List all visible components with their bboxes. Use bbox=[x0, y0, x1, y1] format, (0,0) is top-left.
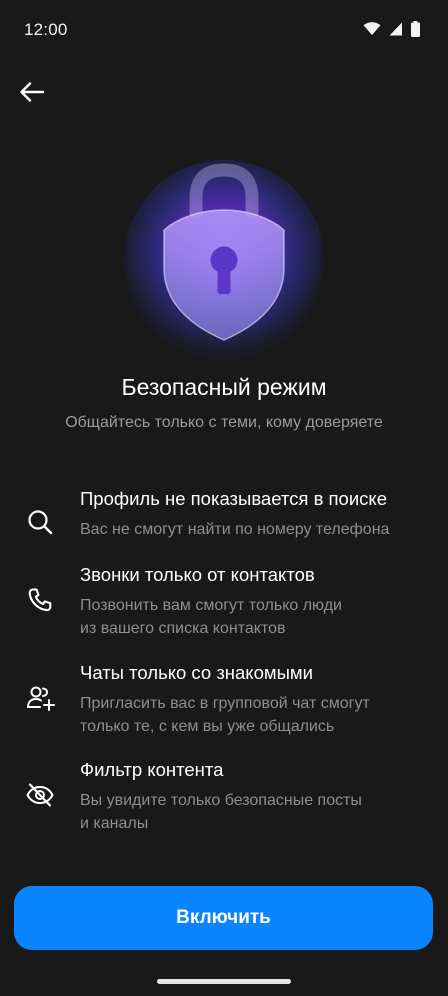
feature-description-line: Позвонить вам смогут только люди bbox=[80, 597, 342, 614]
arrow-left-icon bbox=[20, 82, 45, 102]
feature-description-line: из вашего списка контактов bbox=[80, 620, 286, 637]
feature-description-line: только те, с кем вы уже общались bbox=[80, 718, 335, 735]
search-icon bbox=[22, 504, 58, 540]
shield-lock-icon bbox=[163, 163, 285, 341]
feature-title: Профиль не показывается в поиске bbox=[80, 488, 388, 509]
cellular-signal-icon bbox=[389, 22, 402, 36]
feature-title: Звонки только от контактов bbox=[80, 564, 315, 585]
status-time: 12:00 bbox=[24, 20, 68, 39]
status-icons bbox=[363, 21, 420, 37]
feature-description: Позвонить вам смогут только люди из ваше… bbox=[80, 594, 430, 640]
feature-description: Пригласить вас в групповой чат смогут то… bbox=[80, 692, 430, 738]
hero-illustration bbox=[104, 120, 344, 380]
feature-description-line: и каналы bbox=[80, 815, 149, 832]
home-indicator[interactable] bbox=[157, 979, 291, 984]
feature-description-line: Пригласить вас в групповой чат смогут bbox=[80, 695, 370, 712]
feature-description-line: Вас не смогут найти по номеру телефона bbox=[80, 521, 390, 538]
back-button[interactable] bbox=[16, 76, 48, 108]
status-bar: 12:00 bbox=[0, 0, 448, 60]
battery-icon bbox=[411, 21, 420, 37]
page-title: Безопасный режим bbox=[121, 374, 327, 400]
enable-button[interactable]: Включить bbox=[14, 886, 433, 950]
wifi-icon bbox=[363, 22, 381, 35]
phone-icon bbox=[22, 582, 58, 618]
feature-title: Фильтр контента bbox=[80, 759, 224, 780]
feature-description: Вы увидите только безопасные посты и кан… bbox=[80, 789, 430, 835]
feature-title: Чаты только со знакомыми bbox=[80, 662, 313, 683]
eye-off-icon bbox=[22, 777, 58, 813]
feature-description: Вас не смогут найти по номеру телефона bbox=[80, 518, 430, 541]
feature-description-line: Вы увидите только безопасные посты bbox=[80, 792, 362, 809]
page-subtitle: Общайтесь только с теми, кому доверяете bbox=[65, 414, 383, 431]
add-user-group-icon bbox=[22, 680, 58, 716]
